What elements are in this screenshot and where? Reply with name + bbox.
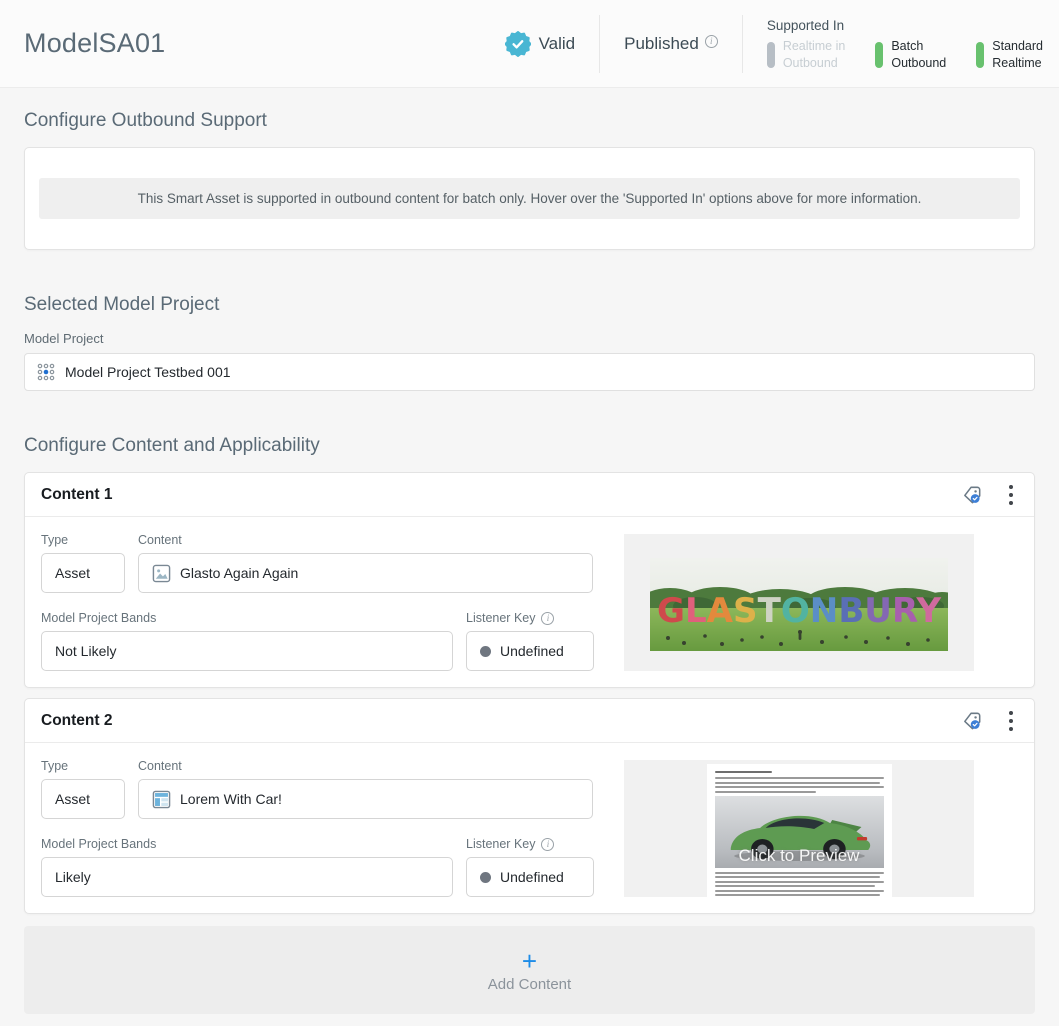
header-divider xyxy=(599,15,600,73)
content-field[interactable]: Glasto Again Again xyxy=(138,553,593,593)
type-field[interactable]: Asset xyxy=(41,553,125,593)
model-project-field[interactable]: Model Project Testbed 001 xyxy=(24,353,1035,391)
header-divider xyxy=(742,15,743,73)
car-image xyxy=(715,796,884,868)
listener-key-field[interactable]: Undefined xyxy=(466,631,594,671)
published-label: Published xyxy=(624,34,699,54)
type-field[interactable]: Asset xyxy=(41,779,125,819)
tag-icon xyxy=(961,483,984,506)
bands-label: Model Project Bands xyxy=(41,611,453,625)
listener-key-info-icon[interactable]: i xyxy=(541,612,554,625)
add-content-button[interactable]: + Add Content xyxy=(24,926,1035,1014)
template-icon xyxy=(152,790,171,809)
card-menu-button[interactable] xyxy=(1006,708,1016,734)
supported-in-batch-outbound[interactable]: BatchOutbound xyxy=(875,38,946,71)
svg-text:GLASTONBURY: GLASTONBURY xyxy=(657,591,941,631)
supported-in-realtime-outbound[interactable]: Realtime inOutbound xyxy=(767,38,846,71)
plus-icon: + xyxy=(522,948,537,974)
model-project-heading: Selected Model Project xyxy=(24,294,1035,316)
glastonbury-preview-image: GLASTONBURY xyxy=(650,558,948,651)
type-label: Type xyxy=(41,533,125,547)
content-label: Content xyxy=(138,533,593,547)
add-content-label: Add Content xyxy=(488,976,571,993)
asset-preview-document[interactable]: Click to Preview xyxy=(624,760,974,897)
bands-label: Model Project Bands xyxy=(41,837,453,851)
header-status-bar: Valid Published i Supported In Realtime … xyxy=(505,0,1043,87)
supported-in-label: Supported In xyxy=(767,18,1043,33)
smart-tag-button[interactable] xyxy=(959,481,986,508)
listener-key-label: Listener Key xyxy=(466,837,535,851)
smart-tag-button[interactable] xyxy=(959,707,986,734)
supported-in-group: Supported In Realtime inOutbound BatchOu… xyxy=(767,16,1043,71)
document-preview xyxy=(707,764,892,897)
valid-label: Valid xyxy=(539,34,576,54)
asset-preview-glastonbury[interactable]: GLASTONBURY xyxy=(624,534,974,671)
content-card-fields: Type Asset Content xyxy=(41,533,594,671)
listener-key-info-icon[interactable]: i xyxy=(541,838,554,851)
model-project-field-label: Model Project xyxy=(24,331,1035,346)
type-label: Type xyxy=(41,759,125,773)
undefined-dot-icon xyxy=(480,646,491,657)
listener-key-field[interactable]: Undefined xyxy=(466,857,594,897)
model-project-bands-field[interactable]: Not Likely xyxy=(41,631,453,671)
main-content: Configure Outbound Support This Smart As… xyxy=(0,88,1059,1026)
outbound-support-heading: Configure Outbound Support xyxy=(24,110,1035,132)
content-label: Content xyxy=(138,759,593,773)
content-section-heading: Configure Content and Applicability xyxy=(24,435,1035,457)
content-card-header: Content 2 xyxy=(25,699,1034,743)
supported-in-standard-realtime[interactable]: StandardRealtime xyxy=(976,38,1043,71)
content-card-header: Content 1 xyxy=(25,473,1034,517)
published-status: Published i xyxy=(624,34,718,54)
listener-key-label: Listener Key xyxy=(466,611,535,625)
image-icon xyxy=(152,564,171,583)
published-info-icon[interactable]: i xyxy=(705,35,718,48)
page-header: ModelSA01 Valid Published i Supported In… xyxy=(0,0,1059,88)
status-pill-green xyxy=(976,42,984,68)
tag-icon xyxy=(961,709,984,732)
status-pill-green xyxy=(875,42,883,68)
model-project-bands-field[interactable]: Likely xyxy=(41,857,453,897)
outbound-support-card: This Smart Asset is supported in outboun… xyxy=(24,147,1035,250)
kebab-menu-icon xyxy=(1008,710,1014,732)
status-pill-gray xyxy=(767,42,775,68)
content-card-title: Content 2 xyxy=(41,712,112,730)
content-field[interactable]: Lorem With Car! xyxy=(138,779,593,819)
page-title: ModelSA01 xyxy=(24,28,165,59)
model-project-value: Model Project Testbed 001 xyxy=(65,364,231,380)
content-card-1: Content 1 xyxy=(24,472,1035,688)
kebab-menu-icon xyxy=(1008,484,1014,506)
valid-badge-icon xyxy=(505,31,531,57)
content-card-title: Content 1 xyxy=(41,486,112,504)
undefined-dot-icon xyxy=(480,872,491,883)
model-project-icon xyxy=(37,363,55,381)
outbound-support-message: This Smart Asset is supported in outboun… xyxy=(39,178,1020,219)
content-card-2: Content 2 xyxy=(24,698,1035,914)
content-card-fields: Type Asset Content xyxy=(41,759,594,897)
card-menu-button[interactable] xyxy=(1006,482,1016,508)
valid-status: Valid xyxy=(505,31,576,57)
